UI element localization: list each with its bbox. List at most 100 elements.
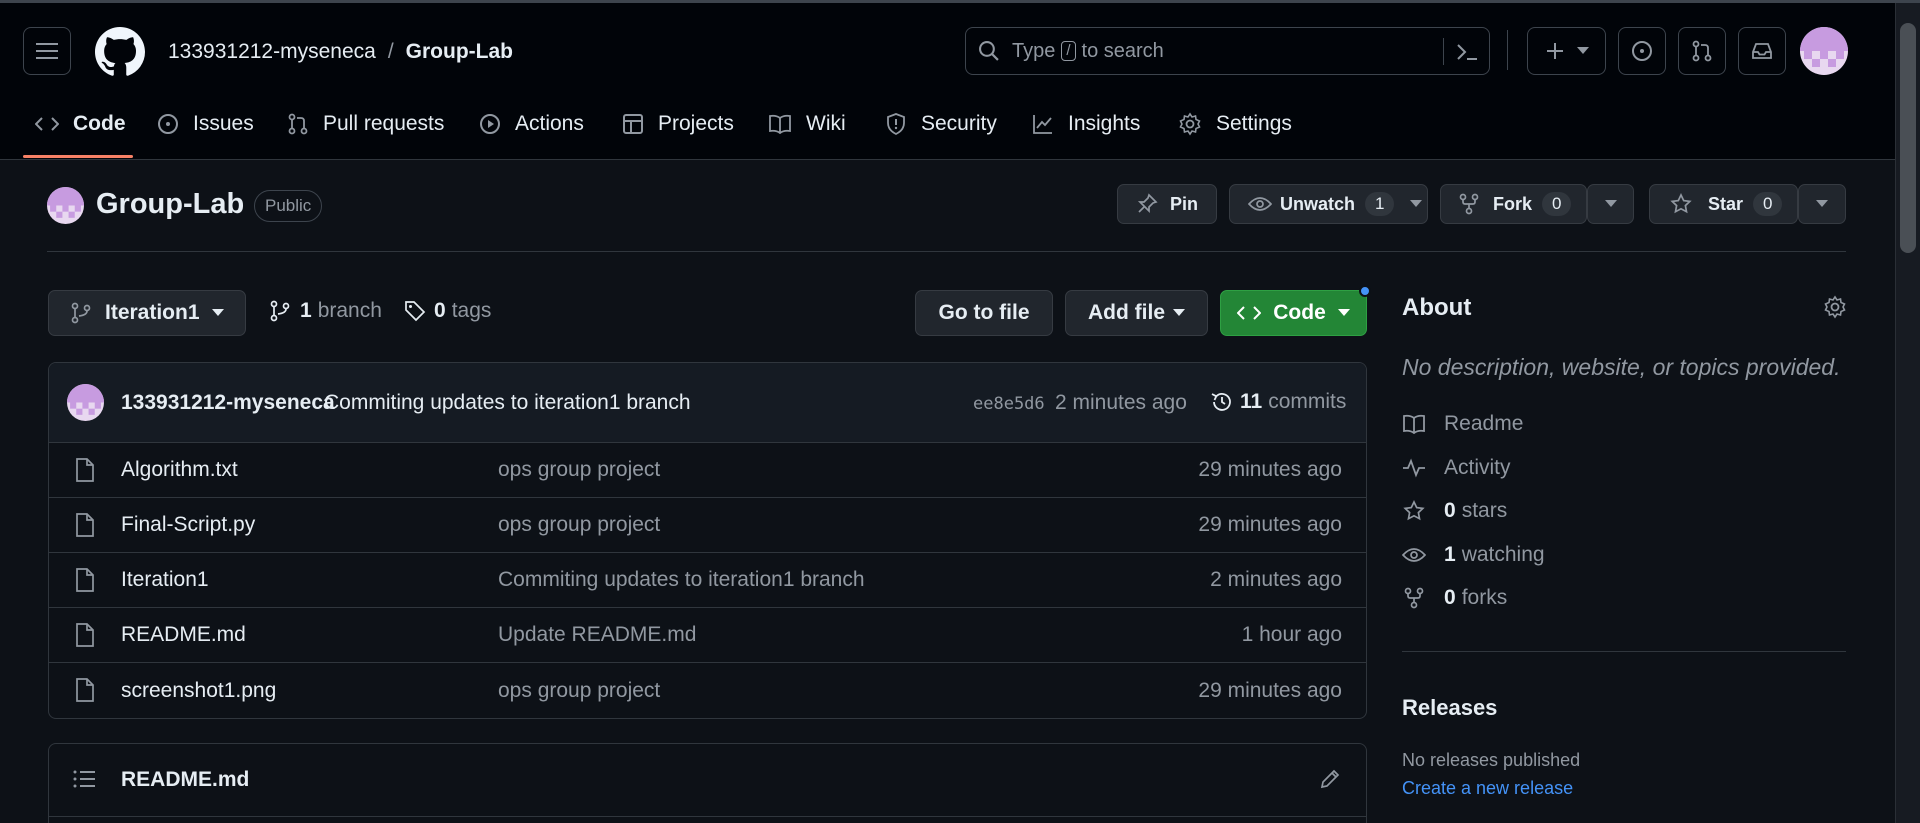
caret-down-icon bbox=[211, 309, 224, 316]
file-row[interactable]: Final-Script.py ops group project 29 min… bbox=[49, 498, 1366, 553]
tab-actions[interactable]: Actions bbox=[479, 104, 584, 144]
unwatch-button[interactable]: Unwatch 1 bbox=[1229, 184, 1428, 224]
search-input[interactable]: Type / to search bbox=[965, 27, 1490, 75]
pull-requests-button[interactable] bbox=[1678, 27, 1726, 75]
command-palette-icon[interactable] bbox=[1455, 41, 1479, 63]
commit-message[interactable]: Commiting updates to iteration1 branch bbox=[324, 391, 691, 415]
fork-button[interactable]: Fork 0 bbox=[1440, 184, 1587, 224]
pencil-icon[interactable] bbox=[1319, 768, 1341, 790]
notification-dot bbox=[1359, 285, 1371, 297]
tab-label: Insights bbox=[1068, 112, 1141, 135]
file-row[interactable]: Algorithm.txt ops group project 29 minut… bbox=[49, 443, 1366, 498]
stars-link[interactable]: 0 stars bbox=[1402, 499, 1507, 523]
add-file-button[interactable]: Add file bbox=[1065, 290, 1208, 336]
file-name[interactable]: screenshot1.png bbox=[121, 679, 276, 703]
search-shortcut-key: / bbox=[1061, 41, 1076, 61]
forks-count: 0 bbox=[1444, 586, 1456, 609]
activity-link[interactable]: Activity bbox=[1402, 456, 1511, 480]
inbox-button[interactable] bbox=[1738, 27, 1786, 75]
commits-link[interactable]: 11 commits bbox=[1210, 390, 1346, 414]
tags-link[interactable]: 0 tags bbox=[404, 299, 491, 323]
owner-link[interactable]: 133931212-myseneca bbox=[168, 40, 376, 64]
tab-code[interactable]: Code bbox=[35, 104, 126, 144]
file-commit-message[interactable]: ops group project bbox=[498, 679, 660, 703]
stars-word: stars bbox=[1461, 499, 1508, 522]
watching-link[interactable]: 1 watching bbox=[1402, 543, 1545, 567]
forks-link[interactable]: 0 forks bbox=[1402, 586, 1507, 610]
tab-label: Projects bbox=[658, 112, 734, 135]
menu-button[interactable] bbox=[23, 27, 71, 75]
caret-down-icon bbox=[1576, 47, 1589, 54]
pin-icon bbox=[1137, 193, 1158, 214]
create-new-button[interactable] bbox=[1527, 27, 1606, 75]
active-tab-indicator bbox=[23, 155, 133, 158]
repo-title[interactable]: Group-Lab bbox=[96, 188, 244, 221]
github-logo-icon[interactable] bbox=[95, 27, 145, 77]
hamburger-icon bbox=[36, 43, 58, 59]
tab-label: Wiki bbox=[806, 112, 846, 135]
go-to-file-button[interactable]: Go to file bbox=[915, 290, 1053, 336]
repo-link[interactable]: Group-Lab bbox=[406, 40, 513, 64]
about-description: No description, website, or topics provi… bbox=[1402, 354, 1841, 380]
file-name[interactable]: Iteration1 bbox=[121, 568, 209, 592]
readme-title[interactable]: README.md bbox=[121, 768, 249, 792]
scrollbar-thumb[interactable] bbox=[1900, 23, 1916, 253]
star-icon bbox=[1670, 193, 1692, 214]
pin-button[interactable]: Pin bbox=[1117, 184, 1217, 224]
inbox-icon bbox=[1752, 43, 1772, 59]
file-name[interactable]: Algorithm.txt bbox=[121, 458, 238, 482]
fork-icon bbox=[1459, 193, 1479, 215]
search-placeholder-suffix: to search bbox=[1081, 39, 1164, 62]
branch-select[interactable]: Iteration1 bbox=[48, 290, 246, 336]
tab-insights[interactable]: Insights bbox=[1032, 104, 1140, 144]
repo-avatar bbox=[47, 187, 84, 224]
star-button[interactable]: Star 0 bbox=[1649, 184, 1798, 224]
branch-icon bbox=[71, 302, 91, 324]
file-row[interactable]: Iteration1 Commiting updates to iteratio… bbox=[49, 553, 1366, 608]
tab-label: Security bbox=[921, 112, 997, 135]
create-release-link[interactable]: Create a new release bbox=[1402, 778, 1573, 799]
tab-wiki[interactable]: Wiki bbox=[768, 104, 846, 144]
commit-sha[interactable]: ee8e5d6 bbox=[973, 394, 1045, 414]
file-name[interactable]: README.md bbox=[121, 623, 246, 647]
issues-button[interactable] bbox=[1618, 27, 1666, 75]
code-button[interactable]: Code bbox=[1220, 290, 1367, 336]
tab-issues[interactable]: Issues bbox=[157, 104, 254, 144]
file-row[interactable]: README.md Update README.md 1 hour ago bbox=[49, 608, 1366, 663]
list-icon[interactable] bbox=[73, 770, 95, 788]
tag-count: 0 bbox=[434, 299, 446, 322]
plus-icon bbox=[1546, 43, 1563, 59]
book-icon bbox=[769, 114, 791, 134]
tab-security[interactable]: Security bbox=[885, 104, 997, 144]
file-commit-message[interactable]: Update README.md bbox=[498, 623, 696, 647]
commit-word: commits bbox=[1268, 390, 1347, 413]
gear-icon[interactable] bbox=[1823, 295, 1847, 319]
star-count: 0 bbox=[1753, 192, 1783, 216]
file-commit-message[interactable]: Commiting updates to iteration1 branch bbox=[498, 568, 865, 592]
star-dropdown-button[interactable] bbox=[1798, 184, 1846, 224]
readme-panel: README.md bbox=[48, 743, 1367, 823]
search-icon bbox=[979, 41, 999, 61]
branch-word: branch bbox=[317, 299, 382, 322]
scrollbar-track[interactable] bbox=[1895, 3, 1920, 823]
fork-dropdown-button[interactable] bbox=[1587, 184, 1634, 224]
header-divider bbox=[1507, 30, 1508, 70]
releases-title[interactable]: Releases bbox=[1402, 695, 1497, 721]
file-row[interactable]: screenshot1.png ops group project 29 min… bbox=[49, 663, 1366, 718]
tab-settings[interactable]: Settings bbox=[1178, 104, 1292, 144]
file-commit-message[interactable]: ops group project bbox=[498, 458, 660, 482]
file-icon bbox=[76, 458, 94, 482]
tab-label: Code bbox=[73, 112, 126, 135]
user-avatar[interactable] bbox=[1800, 27, 1848, 75]
commit-author-avatar[interactable] bbox=[67, 384, 104, 421]
commit-author[interactable]: 133931212-myseneca bbox=[121, 391, 335, 415]
breadcrumb-separator: / bbox=[387, 40, 394, 63]
watching-count: 1 bbox=[1444, 543, 1456, 566]
readme-link[interactable]: Readme bbox=[1402, 412, 1523, 436]
branches-link[interactable]: 1 branch bbox=[270, 299, 382, 323]
file-name[interactable]: Final-Script.py bbox=[121, 513, 255, 537]
branch-name: Iteration1 bbox=[105, 301, 200, 324]
file-commit-message[interactable]: ops group project bbox=[498, 513, 660, 537]
tab-pull-requests[interactable]: Pull requests bbox=[287, 104, 444, 144]
tab-projects[interactable]: Projects bbox=[622, 104, 734, 144]
